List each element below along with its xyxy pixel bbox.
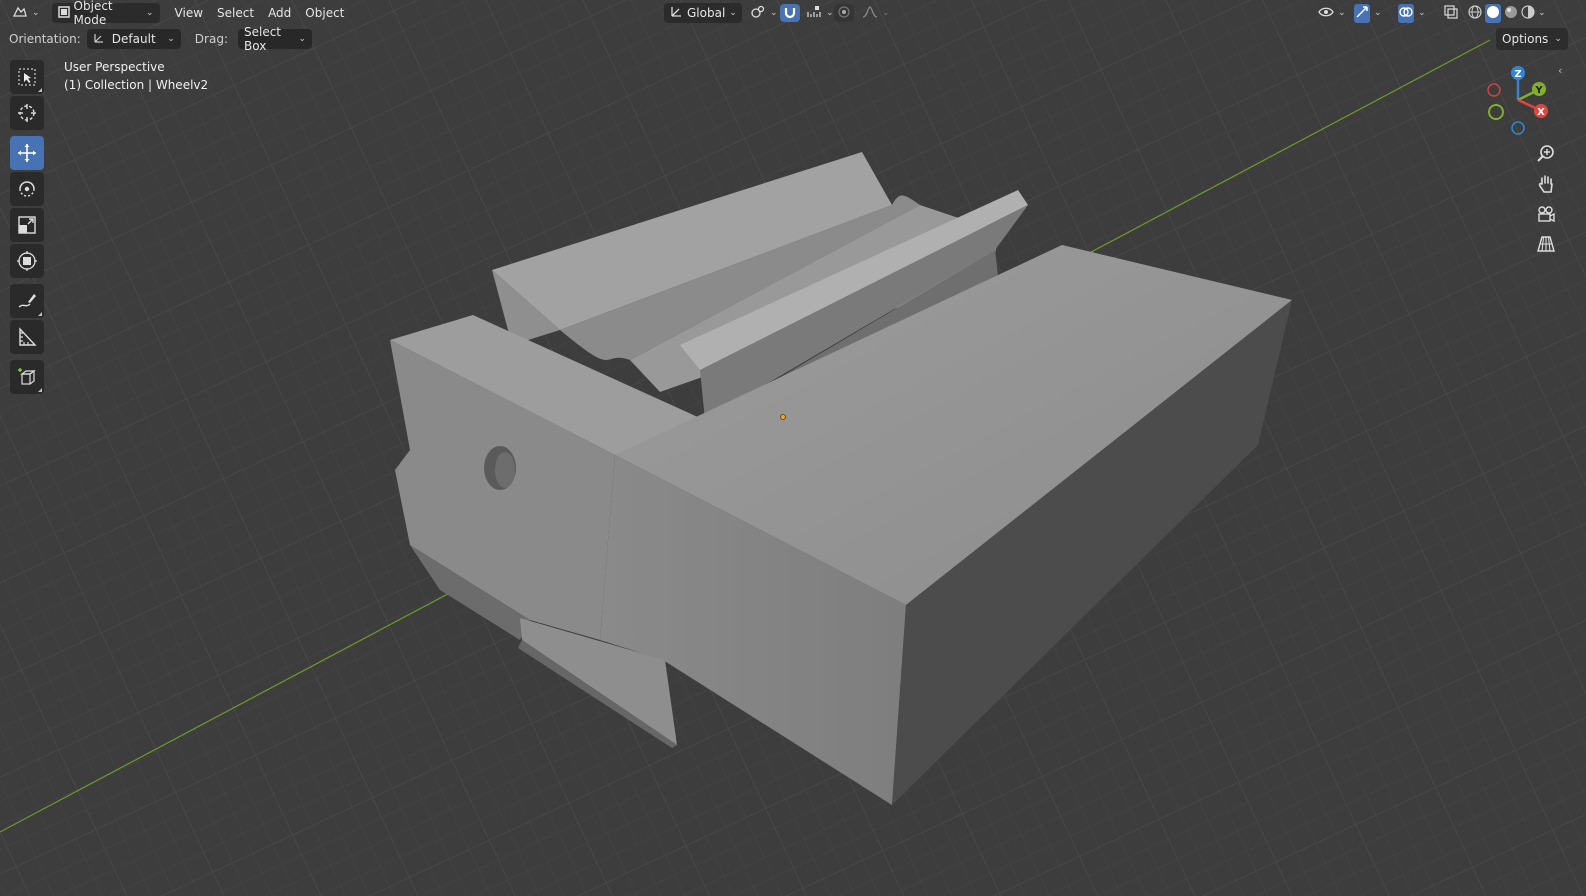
mode-selector[interactable]: Object Mode ⌄ [51,0,160,27]
gizmo-neg-y[interactable] [1488,104,1504,120]
orientation-value: Default [111,32,156,46]
gizmo-icon [1354,3,1370,23]
material-shading-icon[interactable] [1504,5,1518,22]
add-cube-icon [18,368,36,385]
navigation-gizmo[interactable]: Z Y X [1480,62,1556,138]
sidebar-collapse-arrow[interactable]: ‹ [1558,64,1562,77]
proportional-edit-icon [837,5,851,22]
menu-select[interactable]: Select [210,3,261,23]
camera-view-button[interactable] [1532,200,1560,228]
move-tool[interactable] [10,136,44,170]
orientation-default-icon [93,31,106,47]
zoom-button[interactable] [1532,140,1560,168]
transform-icon [17,251,37,271]
xray-icon [1444,4,1458,22]
move-icon [18,144,36,162]
wireframe-shading-icon[interactable] [1468,4,1482,22]
eye-icon [1318,5,1334,22]
measure-icon [19,327,37,346]
tool-settings-bar: Orientation: Default ⌄ Drag: Select Box … [0,25,1586,53]
shading-modes[interactable]: ⌄ [1462,3,1552,23]
perspective-label: User Perspective [64,60,165,74]
xray-toggle[interactable] [1438,3,1464,23]
proportional-falloff-dropdown[interactable]: ⌄ [856,3,896,23]
orientation-dropdown[interactable]: Default ⌄ [86,29,181,49]
falloff-curve-icon [862,5,878,22]
select-box-icon [18,68,36,86]
gizmo-neg-z[interactable] [1511,121,1525,135]
scale-icon [18,216,36,234]
menu-view[interactable]: View [168,3,210,23]
add-cube-tool[interactable] [10,360,44,394]
annotate-tool[interactable] [10,284,44,318]
gizmo-x-label: X [1537,107,1545,118]
options-label: Options [1502,32,1549,46]
chevron-down-icon: ⌄ [770,8,778,18]
object-mode-icon [57,5,70,21]
transform-tool[interactable] [10,244,44,278]
menu-object[interactable]: Object [298,3,351,23]
snap-magnet-icon [783,5,797,22]
visibility-dropdown[interactable]: ⌄ [1312,3,1352,23]
chevron-down-icon: ⌄ [32,8,40,18]
scene-canvas[interactable] [0,0,1586,896]
chevron-down-icon: ⌄ [729,8,737,18]
annotate-icon [18,294,36,308]
viewport-header: ⌄ Object Mode ⌄ View Select Add Object G… [0,0,1586,27]
drag-value: Select Box [243,25,282,53]
chevron-down-icon: ⌄ [1338,8,1346,18]
pan-button[interactable] [1532,170,1560,198]
gizmo-toggle[interactable]: ⌄ [1348,3,1388,23]
chevron-down-icon: ⌄ [882,8,890,18]
cursor-icon [18,104,36,122]
chevron-down-icon: ⌄ [1418,8,1426,18]
zoom-icon [1537,145,1554,162]
gizmo-neg-x[interactable] [1487,83,1501,97]
perspective-toggle-button[interactable] [1532,230,1560,258]
drag-dropdown[interactable]: Select Box ⌄ [237,25,312,53]
overlays-toggle[interactable]: ⌄ [1392,3,1432,23]
orientation-axes-icon [670,5,683,21]
chevron-down-icon: ⌄ [298,34,306,44]
gizmo-y-label: Y [1534,85,1543,96]
proportional-edit-toggle[interactable] [834,4,854,22]
left-toolbar [10,60,46,396]
scale-tool[interactable] [10,208,44,242]
editor-type-icon [12,5,28,22]
transform-orientation-dropdown[interactable]: Global ⌄ [664,3,742,23]
chevron-down-icon: ⌄ [146,8,154,18]
cursor-tool[interactable] [10,96,44,130]
measure-tool[interactable] [10,320,44,354]
object-origin-dot [780,414,786,420]
overlays-icon [1398,3,1414,23]
hand-icon [1538,175,1553,193]
gizmo-z-label: Z [1514,69,1521,80]
options-dropdown[interactable]: Options ⌄ [1496,28,1568,50]
3d-viewport[interactable]: ⌄ Object Mode ⌄ View Select Add Object G… [0,0,1586,896]
rotate-tool[interactable] [10,172,44,206]
chevron-down-icon: ⌄ [1554,34,1562,44]
collection-label: (1) Collection | Wheelv2 [64,78,209,92]
pivot-point-button[interactable]: ⌄ [744,3,784,23]
chevron-down-icon: ⌄ [1374,8,1382,18]
chevron-down-icon: ⌄ [1538,8,1546,18]
drag-label: Drag: [194,32,228,46]
snap-toggle[interactable] [780,4,800,22]
snap-increment-icon [806,5,822,22]
mode-label: Object Mode [73,0,113,27]
transform-orientation-label: Global [687,6,726,20]
editor-type-button[interactable]: ⌄ [6,3,46,23]
camera-icon [1538,206,1555,223]
rotate-icon [19,181,35,197]
grid-perspective-icon [1537,236,1555,252]
pivot-point-icon [750,5,766,22]
rendered-shading-icon[interactable] [1521,4,1535,22]
chevron-down-icon: ⌄ [167,34,175,44]
chevron-down-icon: ⌄ [826,8,834,18]
solid-shading-icon[interactable] [1485,3,1501,23]
menu-add[interactable]: Add [261,3,298,23]
select-box-tool[interactable] [10,60,44,94]
orientation-label: Orientation: [9,32,81,46]
